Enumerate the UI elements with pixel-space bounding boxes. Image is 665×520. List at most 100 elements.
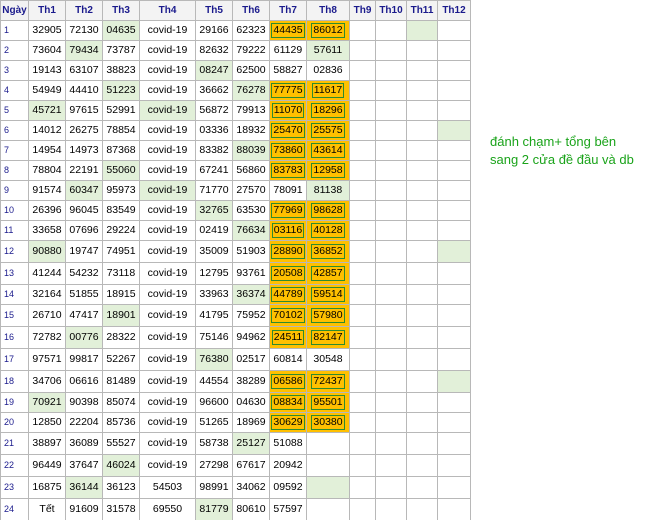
boxed-number: 03116 [271, 223, 305, 238]
result-cell: 06616 [65, 370, 103, 393]
result-cell [406, 120, 438, 141]
result-cell: 57597 [269, 498, 307, 520]
result-cell: 77775 [269, 80, 307, 101]
result-cell: 74951 [102, 240, 140, 263]
result-cell [375, 412, 407, 433]
result-cell: 03336 [195, 120, 233, 141]
result-cell: 73118 [102, 262, 140, 285]
result-cell [406, 100, 438, 121]
result-cell [406, 370, 438, 393]
result-cell: 11617 [306, 80, 350, 101]
result-cell: 52267 [102, 348, 140, 371]
boxed-number: 08834 [271, 395, 305, 410]
result-cell: 54503 [139, 476, 196, 499]
result-cell: 95973 [102, 180, 140, 201]
table-row: 7 14954 14973 87368 covid-19 83382 88039 73860 4… [0, 140, 471, 161]
result-cell: 54949 [28, 80, 66, 101]
result-cell: 11070 [269, 100, 307, 121]
result-cell [375, 348, 407, 371]
boxed-number: 06586 [271, 374, 305, 389]
result-cell: 31578 [102, 498, 140, 520]
boxed-number: 82147 [311, 330, 345, 345]
result-cell: 12795 [195, 262, 233, 285]
result-cell: covid-19 [139, 180, 196, 201]
result-cell [349, 60, 376, 81]
result-cell: 78091 [269, 180, 307, 201]
result-cell [349, 370, 376, 393]
table-row: 20 12850 22204 85736 covid-19 51265 18969 30629… [0, 412, 471, 433]
result-cell: 30380 [306, 412, 350, 433]
result-cell [406, 20, 438, 41]
day-cell: 3 [0, 60, 29, 81]
result-cell: 96600 [195, 392, 233, 413]
result-cell: 02517 [232, 348, 270, 371]
result-cell [349, 392, 376, 413]
header-cell: Th5 [195, 0, 233, 21]
result-cell: 25575 [306, 120, 350, 141]
result-cell [437, 220, 471, 241]
result-cell [437, 348, 471, 371]
result-cell [349, 326, 376, 349]
result-cell: covid-19 [139, 100, 196, 121]
table-row: 15 26710 47417 18901 covid-19 41795 75952 70102… [0, 304, 471, 327]
result-cell: 36144 [65, 476, 103, 499]
result-cell [406, 40, 438, 61]
header-cell: Th1 [28, 0, 66, 21]
result-cell: 33963 [195, 284, 233, 305]
boxed-number: 28890 [271, 244, 305, 259]
result-cell: 18296 [306, 100, 350, 121]
result-cell: 58738 [195, 432, 233, 455]
boxed-number: 77775 [271, 83, 305, 98]
result-cell: 69550 [139, 498, 196, 520]
result-cell [437, 432, 471, 455]
result-cell: 51088 [269, 432, 307, 455]
day-cell: 7 [0, 140, 29, 161]
result-cell: 76278 [232, 80, 270, 101]
result-cell: covid-19 [139, 160, 196, 181]
day-cell: 23 [0, 476, 29, 499]
result-cell: 98628 [306, 200, 350, 221]
header-cell: Th11 [406, 0, 438, 21]
result-cell [406, 200, 438, 221]
result-cell: 75146 [195, 326, 233, 349]
result-cell: 62323 [232, 20, 270, 41]
result-cell: 09592 [269, 476, 307, 499]
result-cell: 44554 [195, 370, 233, 393]
result-cell: covid-19 [139, 392, 196, 413]
result-cell [406, 412, 438, 433]
result-cell [437, 304, 471, 327]
result-cell: 55060 [102, 160, 140, 181]
result-cell: covid-19 [139, 454, 196, 477]
result-cell: 28322 [102, 326, 140, 349]
result-cell: 42857 [306, 262, 350, 285]
result-cell: 25470 [269, 120, 307, 141]
result-cell [375, 160, 407, 181]
table-row: 19 70921 90398 85074 covid-19 96600 04630 08834… [0, 392, 471, 413]
result-cell [375, 60, 407, 81]
result-cell: 19143 [28, 60, 66, 81]
result-cell: 85736 [102, 412, 140, 433]
result-cell: 51855 [65, 284, 103, 305]
boxed-number: 36852 [311, 244, 345, 259]
result-cell: 34706 [28, 370, 66, 393]
result-cell [406, 180, 438, 201]
result-cell: 03116 [269, 220, 307, 241]
result-cell: 46024 [102, 454, 140, 477]
boxed-number: 12958 [311, 163, 345, 178]
result-cell [406, 476, 438, 499]
result-cell: 36123 [102, 476, 140, 499]
boxed-number: 86012 [311, 23, 345, 38]
table-row: 1 32905 72130 04635 covid-19 29166 62323 44435 8… [0, 20, 471, 41]
result-cell: 06586 [269, 370, 307, 393]
result-cell [437, 100, 471, 121]
day-cell: 8 [0, 160, 29, 181]
result-cell [437, 392, 471, 413]
table-body: 1 32905 72130 04635 covid-19 29166 62323 44435 8… [0, 20, 471, 520]
result-cell [375, 284, 407, 305]
table-row: 6 14012 26275 78854 covid-19 03336 18932 25470 2… [0, 120, 471, 141]
result-cell: 70921 [28, 392, 66, 413]
result-cell: 71770 [195, 180, 233, 201]
boxed-number: 11617 [311, 83, 345, 98]
result-cell [375, 392, 407, 413]
result-cell: 98991 [195, 476, 233, 499]
